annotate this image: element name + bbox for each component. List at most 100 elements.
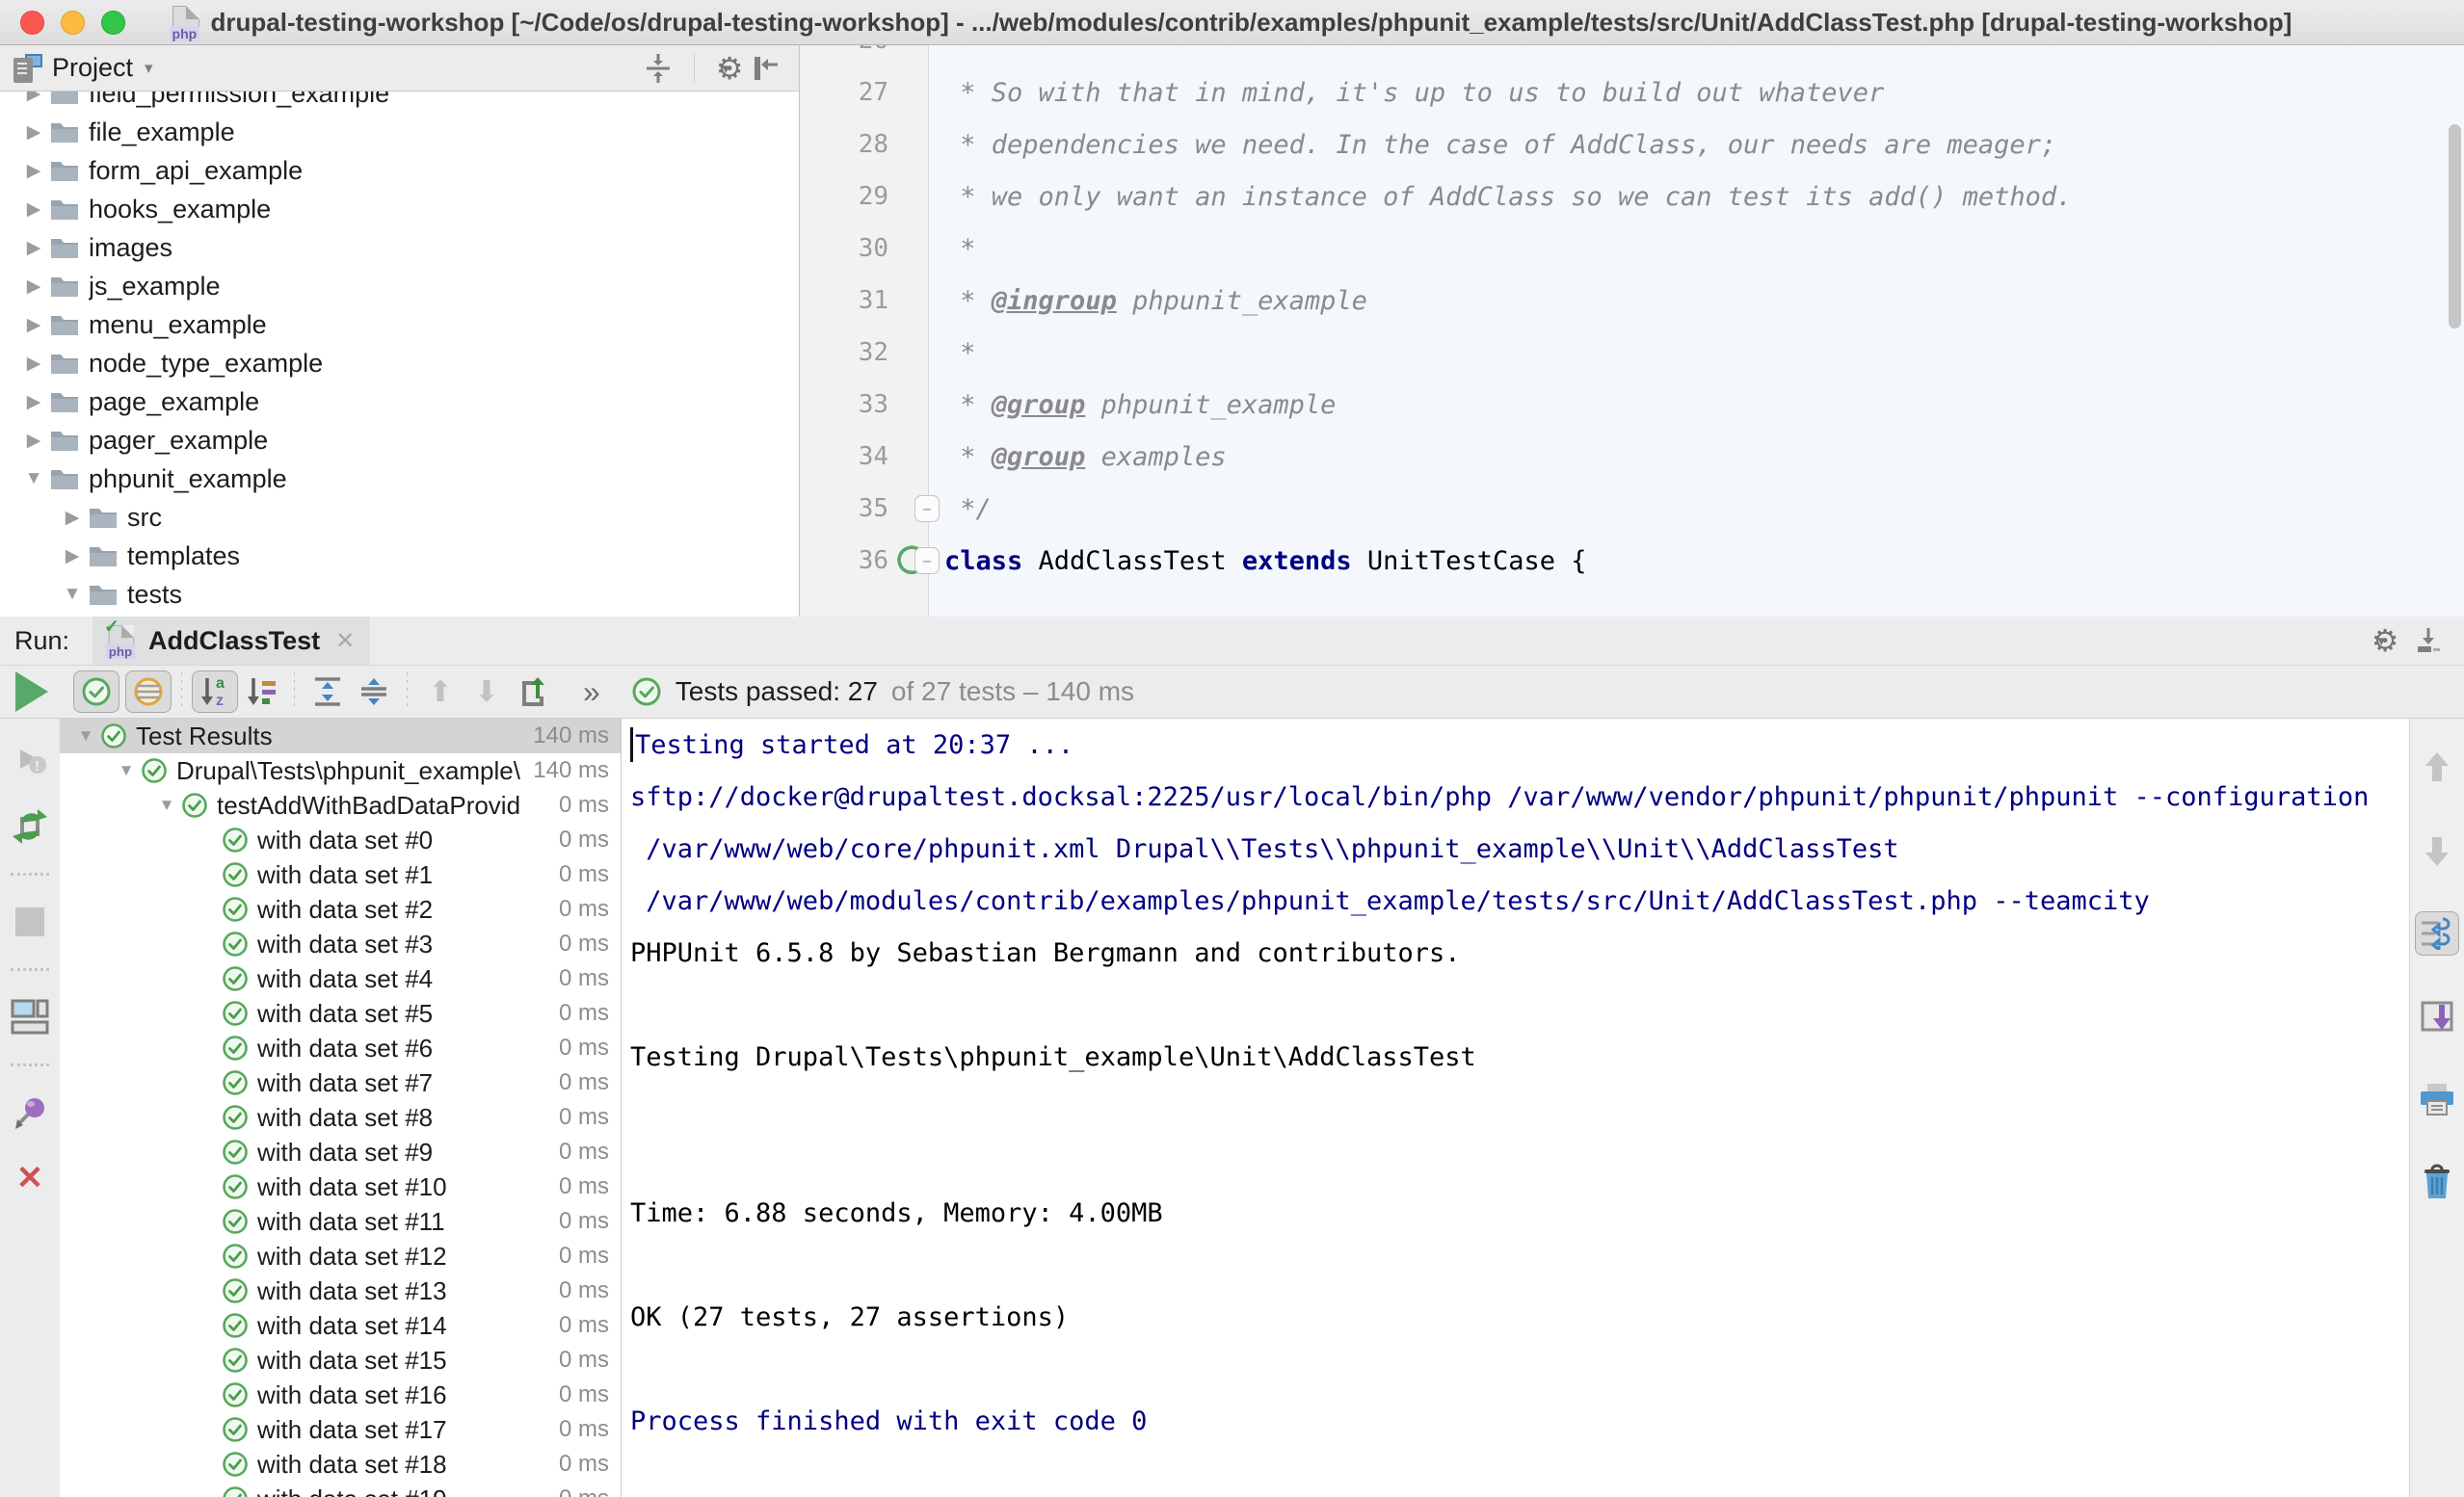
restore-layout-icon[interactable] bbox=[9, 996, 51, 1038]
editor-line-29[interactable]: 29 * we only want an instance of AddClas… bbox=[800, 171, 2464, 223]
test-tree-row[interactable]: with data set #100 ms bbox=[60, 1169, 621, 1204]
editor-line-33[interactable]: 33 * @group phpunit_example bbox=[800, 379, 2464, 431]
test-tree-row[interactable]: with data set #50 ms bbox=[60, 996, 621, 1031]
chevron-right-icon[interactable]: ▶ bbox=[17, 92, 50, 105]
hide-tool-window-icon[interactable] bbox=[2414, 626, 2443, 655]
tree-item-form_api_example[interactable]: ▶form_api_example bbox=[0, 151, 799, 190]
settings-gear-icon[interactable]: ⚙▾ bbox=[2371, 626, 2385, 655]
toggle-auto-test-icon[interactable] bbox=[9, 805, 51, 848]
test-tree-row[interactable]: with data set #150 ms bbox=[60, 1343, 621, 1378]
export-test-results-icon[interactable] bbox=[510, 670, 556, 713]
editor-line-27[interactable]: 27 * So with that in mind, it's up to us… bbox=[800, 66, 2464, 118]
more-actions-chevrons[interactable]: » bbox=[583, 674, 600, 710]
tree-item-src[interactable]: ▶src bbox=[0, 498, 799, 537]
clear-console-trash-icon[interactable] bbox=[2415, 1160, 2459, 1204]
tree-item-tests[interactable]: ▼tests bbox=[0, 575, 799, 614]
editor-scrollbar[interactable] bbox=[2449, 124, 2461, 328]
test-tree-row[interactable]: with data set #160 ms bbox=[60, 1378, 621, 1412]
editor-line-31[interactable]: 31 * @ingroup phpunit_example bbox=[800, 275, 2464, 327]
collapse-all-icon[interactable] bbox=[351, 670, 397, 713]
chevron-right-icon[interactable]: ▶ bbox=[17, 391, 50, 413]
test-tree-row[interactable]: with data set #10 ms bbox=[60, 857, 621, 892]
chevron-right-icon[interactable]: ▶ bbox=[17, 237, 50, 259]
soft-wrap-toggle[interactable] bbox=[2415, 911, 2459, 956]
show-ignored-toggle[interactable] bbox=[125, 670, 172, 713]
tree-item-phpunit_example[interactable]: ▼phpunit_example bbox=[0, 460, 799, 498]
tree-item-menu_example[interactable]: ▶menu_example bbox=[0, 305, 799, 344]
test-tree-row[interactable]: ▼Drupal\Tests\phpunit_example\Unit\AddCl… bbox=[60, 753, 621, 788]
editor-line-32[interactable]: 32 * bbox=[800, 327, 2464, 379]
project-panel-title[interactable]: Project bbox=[52, 53, 133, 83]
test-tree-row[interactable]: with data set #00 ms bbox=[60, 823, 621, 857]
test-tree-row[interactable]: with data set #190 ms bbox=[60, 1482, 621, 1497]
test-tree-row[interactable]: with data set #170 ms bbox=[60, 1412, 621, 1447]
tree-item-node_type_example[interactable]: ▶node_type_example bbox=[0, 344, 799, 382]
chevron-right-icon[interactable]: ▶ bbox=[56, 545, 89, 567]
tree-item-hooks_example[interactable]: ▶hooks_example bbox=[0, 190, 799, 228]
test-tree-row[interactable]: with data set #80 ms bbox=[60, 1100, 621, 1135]
tree-item-templates[interactable]: ▶templates bbox=[0, 537, 799, 575]
sort-alphabetically-toggle[interactable]: az bbox=[192, 670, 238, 713]
tree-item-js_example[interactable]: ▶js_example bbox=[0, 267, 799, 305]
close-window-button[interactable] bbox=[20, 11, 44, 35]
chevron-right-icon[interactable]: ▶ bbox=[17, 160, 50, 182]
test-tree-row[interactable]: ▼testAddWithBadDataProvider0 ms bbox=[60, 788, 621, 823]
line-number: 27 bbox=[800, 78, 888, 107]
test-tree-row[interactable]: with data set #90 ms bbox=[60, 1135, 621, 1169]
tree-item-images[interactable]: ▶images bbox=[0, 228, 799, 267]
test-tree-row[interactable]: with data set #140 ms bbox=[60, 1308, 621, 1343]
editor-line-36[interactable]: 36−class AddClassTest extends UnitTestCa… bbox=[800, 535, 2464, 587]
chevron-down-icon[interactable]: ▼ bbox=[71, 726, 100, 746]
test-tree-row[interactable]: with data set #60 ms bbox=[60, 1031, 621, 1065]
test-tree-row[interactable]: ▼Test Results140 ms bbox=[60, 719, 621, 753]
hide-panel-icon[interactable] bbox=[751, 54, 780, 83]
test-tree-row[interactable]: with data set #110 ms bbox=[60, 1204, 621, 1239]
test-tree-row[interactable]: with data set #70 ms bbox=[60, 1065, 621, 1100]
tree-item-page_example[interactable]: ▶page_example bbox=[0, 382, 799, 421]
chevron-down-icon[interactable]: ▼ bbox=[56, 584, 89, 605]
chevron-right-icon[interactable]: ▶ bbox=[17, 121, 50, 144]
minimize-window-button[interactable] bbox=[61, 11, 85, 35]
editor-line-34[interactable]: 34 * @group examples bbox=[800, 431, 2464, 483]
close-tab-icon[interactable]: ✕ bbox=[335, 627, 355, 655]
close-run-panel-icon[interactable]: ✕ bbox=[9, 1157, 51, 1199]
editor-line-30[interactable]: 30 * bbox=[800, 223, 2464, 275]
collapse-all-icon[interactable] bbox=[644, 53, 673, 84]
chevron-down-icon[interactable]: ▼ bbox=[112, 761, 141, 780]
chevron-down-icon[interactable]: ▼ bbox=[152, 796, 181, 815]
fold-marker-icon[interactable]: − bbox=[914, 547, 940, 574]
run-tab-addclasstest[interactable]: ✓ php AddClassTest ✕ bbox=[93, 617, 370, 665]
scroll-to-end-icon[interactable] bbox=[2415, 994, 2459, 1038]
sort-by-duration-icon[interactable] bbox=[238, 670, 284, 713]
chevron-right-icon[interactable]: ▶ bbox=[17, 314, 50, 336]
print-icon[interactable] bbox=[2415, 1077, 2459, 1121]
fold-marker-icon[interactable]: − bbox=[914, 495, 940, 522]
editor-line-26[interactable]: 26 bbox=[800, 45, 2464, 66]
settings-gear-icon[interactable]: ⚙▾ bbox=[716, 54, 729, 83]
show-passed-toggle[interactable] bbox=[73, 670, 119, 713]
chevron-down-icon[interactable]: ▼ bbox=[17, 468, 50, 489]
tree-item-file_example[interactable]: ▶file_example bbox=[0, 113, 799, 151]
test-tree-row[interactable]: with data set #130 ms bbox=[60, 1274, 621, 1308]
chevron-right-icon[interactable]: ▶ bbox=[17, 430, 50, 452]
editor-line-28[interactable]: 28 * dependencies we need. In the case o… bbox=[800, 118, 2464, 171]
rerun-tests-button[interactable] bbox=[15, 671, 48, 712]
test-tree-row[interactable]: with data set #180 ms bbox=[60, 1447, 621, 1482]
test-tree-row[interactable]: with data set #40 ms bbox=[60, 961, 621, 996]
chevron-down-icon[interactable]: ▾ bbox=[145, 59, 153, 78]
expand-all-icon[interactable] bbox=[305, 670, 351, 713]
chevron-right-icon[interactable]: ▶ bbox=[56, 507, 89, 529]
tree-item-pager_example[interactable]: ▶pager_example bbox=[0, 421, 799, 460]
code-editor[interactable]: 2627 * So with that in mind, it's up to … bbox=[800, 45, 2464, 617]
test-console-output[interactable]: Testing started at 20:37 ...sftp://docke… bbox=[622, 719, 2409, 1497]
editor-line-35[interactable]: 35− */ bbox=[800, 483, 2464, 535]
test-tree-row[interactable]: with data set #20 ms bbox=[60, 892, 621, 927]
zoom-window-button[interactable] bbox=[101, 11, 125, 35]
chevron-right-icon[interactable]: ▶ bbox=[17, 198, 50, 221]
test-tree-row[interactable]: with data set #30 ms bbox=[60, 927, 621, 961]
test-tree-row[interactable]: with data set #120 ms bbox=[60, 1239, 621, 1274]
chevron-right-icon[interactable]: ▶ bbox=[17, 276, 50, 298]
tree-item-field_permission_example[interactable]: ▶field_permission_example bbox=[0, 92, 799, 113]
pin-tab-icon[interactable] bbox=[9, 1091, 51, 1134]
chevron-right-icon[interactable]: ▶ bbox=[17, 353, 50, 375]
